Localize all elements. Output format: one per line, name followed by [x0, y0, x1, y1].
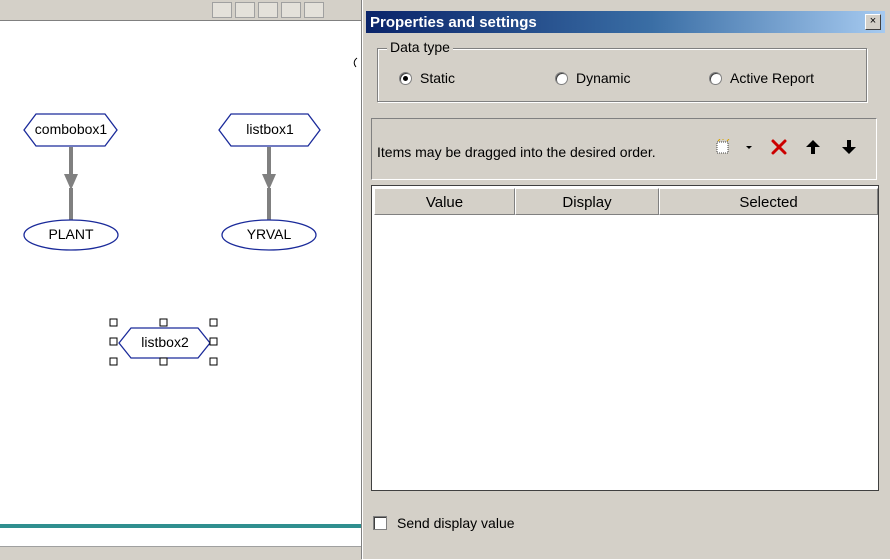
column-header-selected[interactable]: Selected	[659, 188, 878, 215]
delete-icon[interactable]	[769, 136, 789, 158]
yrval-label: YRVAL	[246, 226, 292, 242]
combobox1-label: combobox1	[34, 121, 108, 137]
listbox1-label: listbox1	[246, 121, 294, 137]
close-button[interactable]: ×	[865, 14, 881, 30]
radio-active-report-label: Active Report	[730, 70, 815, 86]
panel-title: Properties and settings	[370, 14, 537, 31]
radio-button-icon[interactable]	[709, 71, 722, 85]
connector-arrow	[262, 174, 276, 190]
diagram-canvas[interactable]: combobox1 listbox1 PLANT YRVAL listbox2	[0, 0, 362, 560]
dropdown-arrow-icon[interactable]	[739, 136, 759, 158]
radio-static-label: Static	[420, 70, 456, 86]
send-display-label: Send display value	[397, 515, 515, 531]
radio-button-icon[interactable]	[399, 71, 412, 85]
panel-titlebar[interactable]: Properties and settings ×	[366, 11, 885, 33]
partial-connector-mark	[353, 57, 358, 68]
radio-selected-dot	[403, 75, 408, 81]
connector-arrow	[64, 174, 78, 190]
diagram-svg	[23, 57, 358, 366]
radio-active-report[interactable]: Active Report	[709, 70, 814, 86]
new-item-icon[interactable]	[713, 136, 733, 158]
listbox2-label: listbox2	[141, 334, 189, 350]
items-grid[interactable]: Value Display Selected	[371, 185, 879, 491]
canvas-scrollbar[interactable]	[0, 546, 362, 560]
data-type-legend: Data type	[387, 39, 453, 55]
radio-dynamic[interactable]: Dynamic	[555, 70, 630, 86]
canvas-divider	[0, 524, 362, 528]
send-display-checkbox[interactable]: Send display value	[373, 515, 515, 531]
column-header-value[interactable]: Value	[374, 188, 515, 215]
checkbox-box[interactable]	[373, 516, 387, 530]
radio-dynamic-label: Dynamic	[576, 70, 631, 86]
plant-label: PLANT	[48, 226, 94, 242]
move-up-icon[interactable]	[803, 136, 823, 158]
radio-static[interactable]: Static	[399, 70, 455, 86]
grid-header: Value Display Selected	[374, 188, 878, 216]
radio-button-icon[interactable]	[555, 71, 568, 85]
move-down-icon[interactable]	[839, 136, 859, 158]
items-hint: Items may be dragged into the desired or…	[377, 144, 656, 160]
column-header-display[interactable]: Display	[515, 188, 659, 215]
properties-panel: Properties and settings × Data type Stat…	[362, 0, 890, 559]
